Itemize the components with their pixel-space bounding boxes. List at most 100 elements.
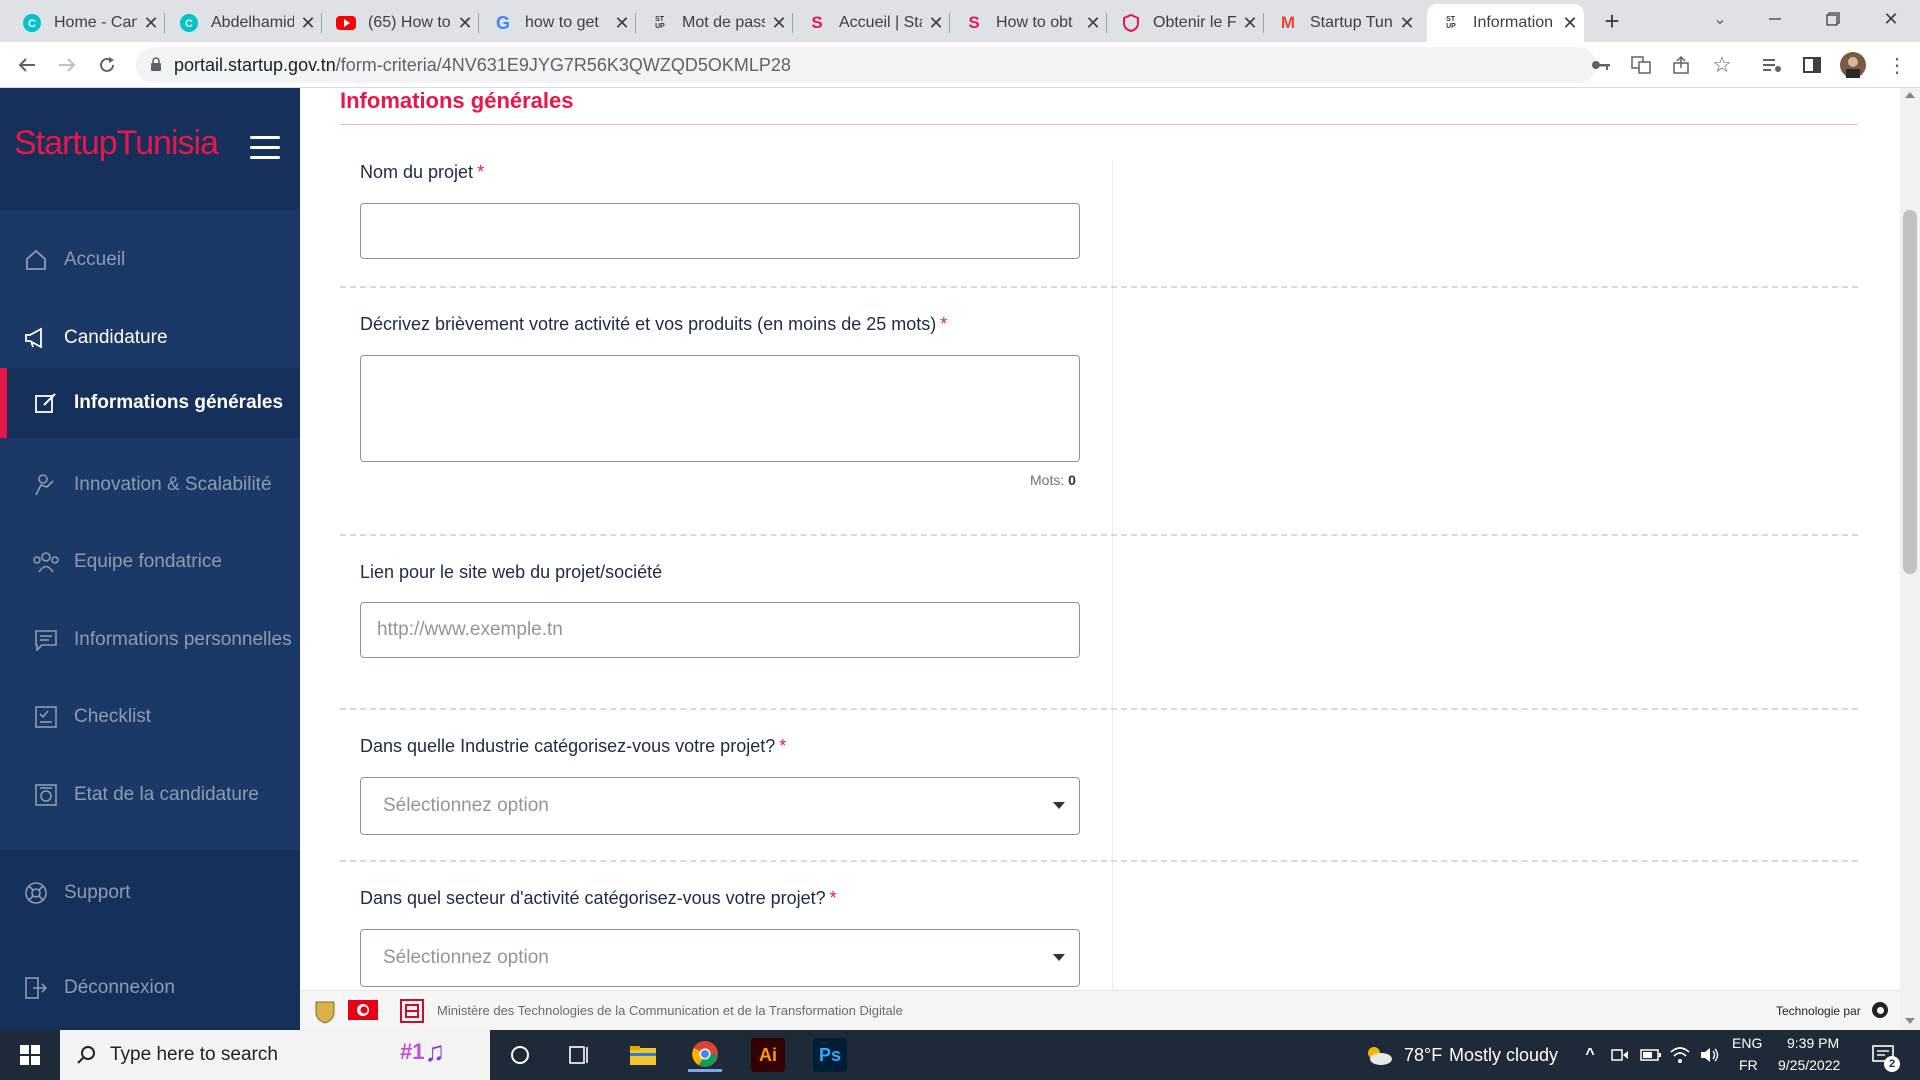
browser-tab[interactable]: (65) How to ✕ [322,4,479,42]
clock-time[interactable]: 9:39 PM [1787,1035,1839,1051]
svg-text:C: C [28,18,36,30]
close-tab-icon[interactable]: ✕ [1079,13,1107,34]
browser-tab[interactable]: C Abdelhamid ✕ [165,4,322,42]
browser-tab-strip: C Home - Canva ✕ C Abdelhamid ✕ (65) How… [0,0,1920,42]
browser-tab[interactable]: C Home - Canva ✕ [8,4,165,42]
browser-tab[interactable]: STUP Mot de passe ✕ [636,4,793,42]
close-tab-icon[interactable]: ✕ [294,13,322,34]
browser-tab[interactable]: G how to get ✕ [479,4,636,42]
sector-label: Dans quel secteur d'activité catégorisez… [360,888,837,909]
website-input[interactable]: http://www.exemple.tn [360,602,1080,658]
close-tab-icon[interactable]: ✕ [451,13,479,34]
close-tab-icon[interactable]: ✕ [1236,13,1264,34]
task-view-icon[interactable] [503,1038,537,1072]
share-icon[interactable] [1666,50,1696,80]
menu-kebab-icon[interactable]: ⋮ [1882,50,1912,80]
description-label: Décrivez brièvement votre activité et vo… [360,314,947,335]
input-lang[interactable]: ENG [1732,1035,1762,1051]
description-textarea[interactable] [360,355,1080,462]
browser-tab-active[interactable]: ST UP Information ✕ [1427,4,1584,42]
translate-icon[interactable] [1626,50,1656,80]
file-explorer-icon[interactable] [626,1038,660,1072]
industry-label: Dans quelle Industrie catégorisez-vous v… [360,736,786,757]
scroll-down-icon[interactable] [1905,1018,1915,1024]
sidebar-item-informations-generales[interactable]: Informations générales [0,368,300,438]
sidebar-item-deconnexion[interactable]: Déconnexion [0,958,300,1018]
startup-act-icon: ST UP [655,16,665,30]
tab-search-icon[interactable]: ⌄ [1705,4,1735,34]
wifi-icon[interactable] [1663,1038,1697,1072]
browser-tab[interactable]: S How to obt ✕ [950,4,1107,42]
sidebar-item-label: Déconnexion [64,977,175,998]
browser-tab[interactable]: S Accueil | Sta ✕ [793,4,950,42]
word-count-value: 0 [1068,472,1076,488]
taskbar-search[interactable]: Type here to search #1 ♫ [60,1030,490,1080]
restore-icon[interactable] [1818,4,1848,34]
address-bar[interactable]: portail.startup.gov.tn/form-criteria/4NV… [136,47,1596,83]
browser-tab[interactable]: Obtenir le F ✕ [1107,4,1264,42]
label-text: Dans quel secteur d'activité catégorisez… [360,888,826,908]
brand-logo[interactable]: StartupTunisia [14,124,219,163]
word-counter: Mots: 0 [1030,472,1076,488]
notification-icon[interactable]: 2 [1866,1038,1900,1072]
browser-tab[interactable]: M Startup Tun ✕ [1264,4,1421,42]
search-highlight-icon: #1 ♫ [400,1036,446,1067]
status-icon [32,781,60,809]
close-tab-icon[interactable]: ✕ [1393,13,1421,34]
scroll-up-icon[interactable] [1905,92,1915,98]
project-name-input[interactable] [360,203,1080,259]
sidebar-nav: Accueil Candidature Informations général… [0,210,300,850]
key-icon[interactable] [1586,50,1616,80]
weather-temp[interactable]: 78°F [1404,1045,1442,1066]
sidebar-item-candidature[interactable]: Candidature [0,308,300,368]
keyboard-layout[interactable]: FR [1739,1057,1758,1073]
close-tab-icon[interactable]: ✕ [137,13,165,34]
weather-cloud-icon[interactable] [1362,1038,1394,1072]
avatar[interactable] [1838,50,1868,80]
close-window-icon[interactable]: ✕ [1876,4,1906,34]
side-panel-icon[interactable] [1797,50,1827,80]
sidebar-item-label: Informations générales [74,392,284,413]
weather-text[interactable]: Mostly cloudy [1449,1045,1558,1066]
ministry-text: Ministère des Technologies de la Communi… [437,1003,903,1018]
sidebar-item-equipe[interactable]: Equipe fondatrice [0,532,300,592]
sidebar-item-support[interactable]: Support [0,863,300,923]
volume-icon[interactable] [1693,1038,1727,1072]
industry-select[interactable]: Sélectionnez option [360,777,1080,835]
minimize-icon[interactable] [1760,4,1790,34]
forward-icon[interactable] [52,50,82,80]
label-text: Dans quelle Industrie catégorisez-vous v… [360,736,776,756]
gmail-icon: M [1280,13,1296,32]
website-label: Lien pour le site web du projet/société [360,562,663,582]
clock-date[interactable]: 9/25/2022 [1778,1057,1840,1073]
close-tab-icon[interactable]: ✕ [922,13,950,34]
reading-list-icon[interactable] [1757,50,1787,80]
sidebar-item-innovation[interactable]: Innovation & Scalabilité [0,455,300,515]
search-icon [76,1045,96,1065]
photoshop-icon[interactable]: Ps [813,1038,847,1072]
windows-start-icon[interactable] [13,1038,47,1072]
reload-icon[interactable] [92,50,122,80]
hamburger-menu-icon[interactable] [250,136,280,159]
back-icon[interactable] [12,50,42,80]
chevron-up-icon[interactable]: ^ [1573,1038,1607,1072]
sidebar-item-checklist[interactable]: Checklist [0,687,300,747]
project-name-label: Nom du projet * [360,162,484,183]
sidebar-item-etat[interactable]: Etat de la candidature [0,765,300,825]
meet-icon[interactable] [1603,1038,1637,1072]
tab-title: Obtenir le F [1153,14,1236,31]
sector-select[interactable]: Sélectionnez option [360,929,1080,987]
new-tab-icon[interactable]: + [1597,6,1627,36]
illustrator-icon[interactable]: Ai [751,1038,785,1072]
sidebar-item-informations-personnelles[interactable]: Informations personnelles [0,610,300,670]
chrome-icon[interactable] [688,1038,722,1072]
close-tab-icon[interactable]: ✕ [608,13,636,34]
scrollbar-thumb[interactable] [1903,210,1917,574]
close-tab-icon[interactable]: ✕ [765,13,793,34]
close-tab-icon[interactable]: ✕ [1556,13,1584,34]
sidebar-item-label: Equipe fondatrice [74,551,222,572]
tunisia-flag-icon [348,1000,378,1020]
bookmark-star-icon[interactable]: ☆ [1707,50,1737,80]
sidebar-item-accueil[interactable]: Accueil [0,230,300,290]
widgets-icon[interactable] [563,1038,597,1072]
